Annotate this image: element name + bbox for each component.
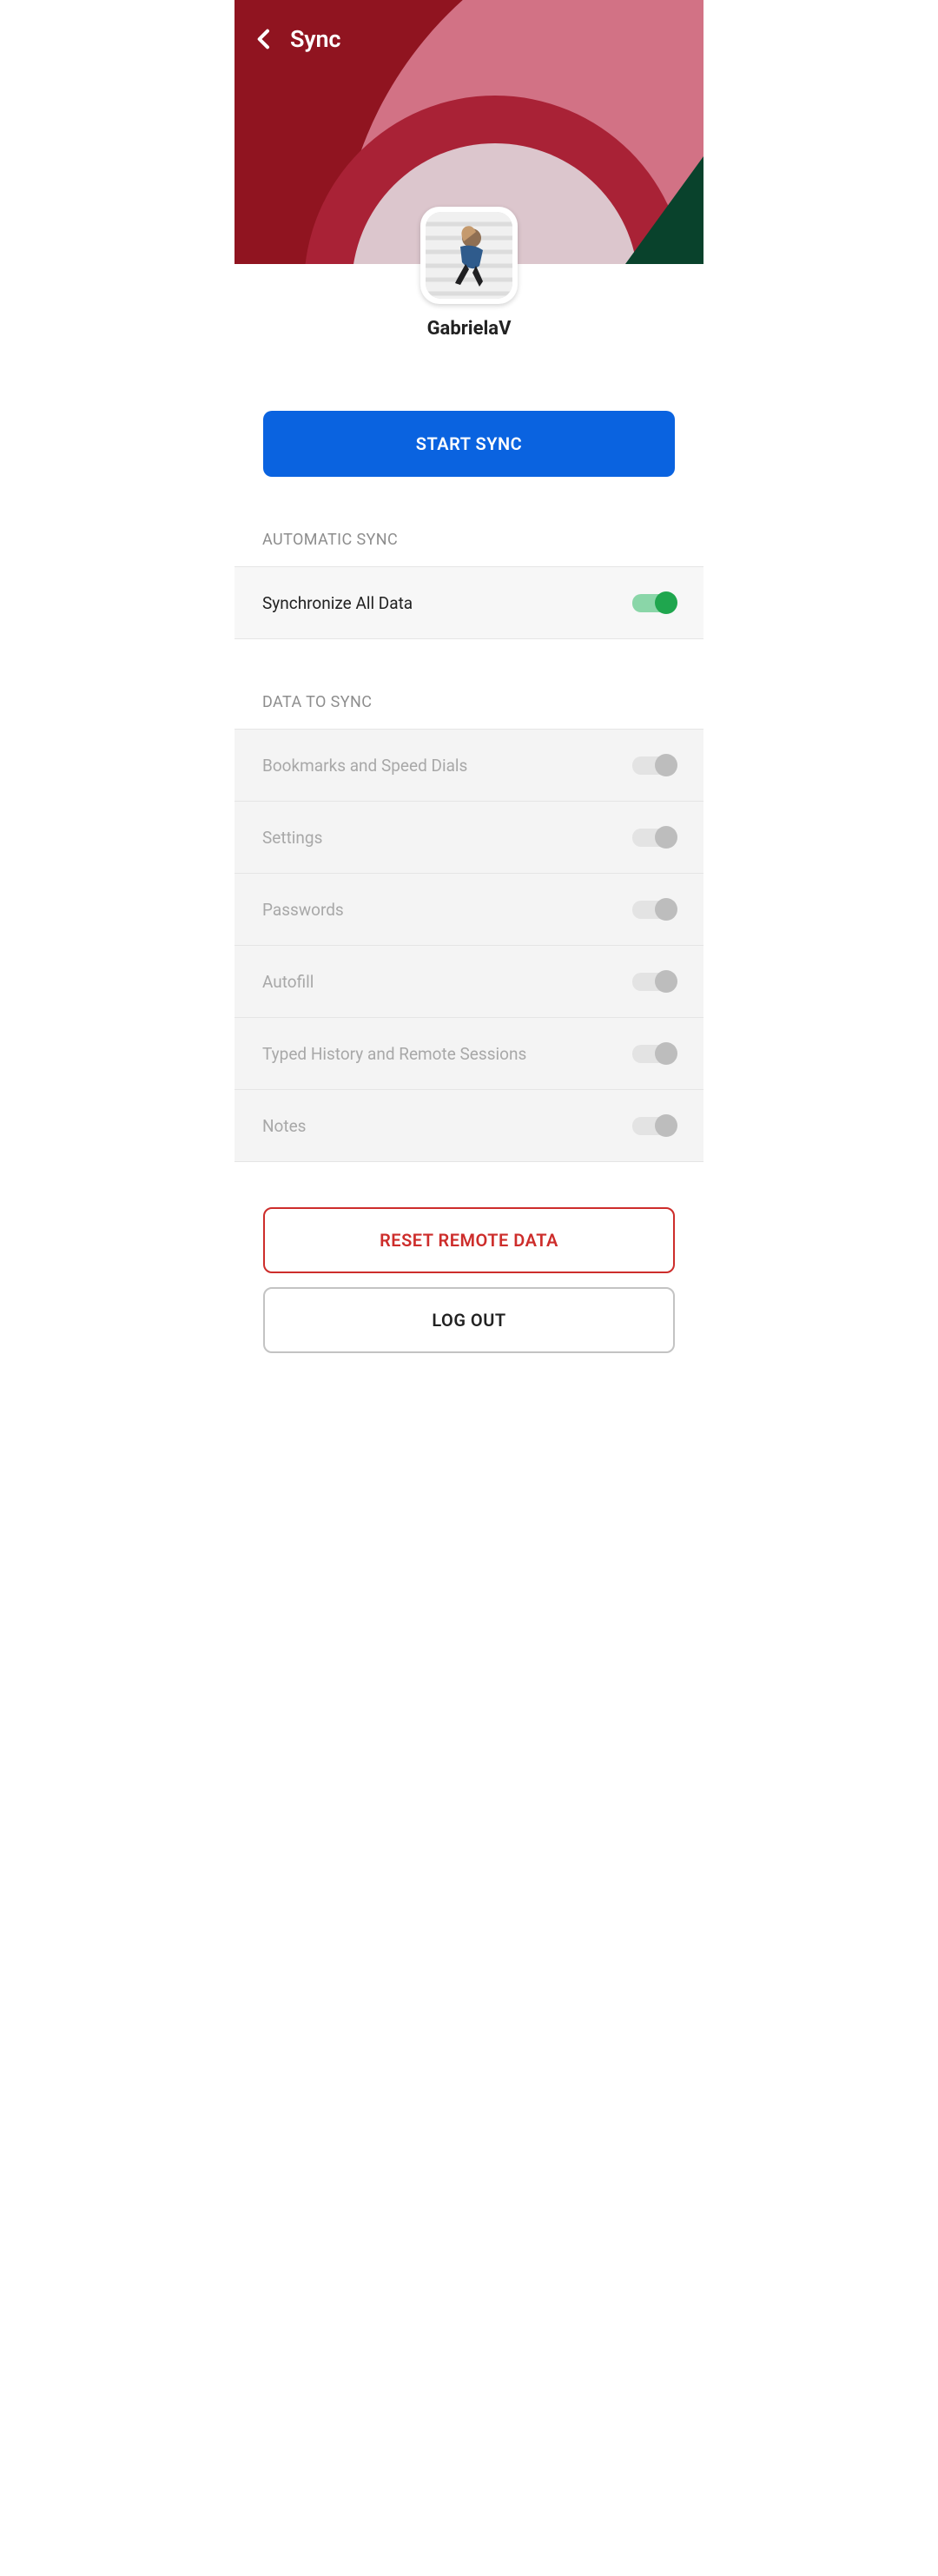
row-autofill: Autofill: [234, 946, 704, 1018]
avatar-image: [426, 212, 512, 299]
toggle-passwords: [632, 901, 676, 919]
start-sync-button[interactable]: START SYNC: [263, 411, 675, 477]
toggle-settings: [632, 829, 676, 847]
row-settings: Settings: [234, 802, 704, 874]
row-label: Passwords: [262, 900, 344, 920]
toggle-typed-history: [632, 1045, 676, 1063]
section-header-data-to-sync: DATA TO SYNC: [234, 693, 704, 711]
row-label: Settings: [262, 828, 322, 848]
back-icon[interactable]: [250, 25, 278, 53]
row-synchronize-all-data[interactable]: Synchronize All Data: [234, 567, 704, 639]
section-header-automatic-sync: AUTOMATIC SYNC: [234, 531, 704, 549]
page-title: Sync: [290, 25, 340, 53]
start-sync-label: START SYNC: [416, 433, 522, 454]
log-out-button[interactable]: LOG OUT: [263, 1287, 675, 1353]
user-name: GabrielaV: [234, 318, 704, 340]
toggle-bookmarks: [632, 756, 676, 775]
row-label: Autofill: [262, 972, 314, 992]
toggle-notes: [632, 1117, 676, 1135]
row-label-synchronize-all-data: Synchronize All Data: [262, 593, 413, 613]
log-out-label: LOG OUT: [432, 1310, 505, 1331]
toggle-autofill: [632, 973, 676, 991]
reset-remote-data-button[interactable]: RESET REMOTE DATA: [263, 1207, 675, 1273]
row-notes: Notes: [234, 1090, 704, 1162]
row-bookmarks: Bookmarks and Speed Dials: [234, 730, 704, 802]
reset-remote-label: RESET REMOTE DATA: [380, 1230, 558, 1251]
avatar[interactable]: [420, 207, 518, 304]
row-passwords: Passwords: [234, 874, 704, 946]
row-label: Notes: [262, 1116, 307, 1136]
row-label: Bookmarks and Speed Dials: [262, 756, 467, 776]
header: Sync: [234, 0, 704, 264]
row-label: Typed History and Remote Sessions: [262, 1044, 526, 1064]
row-typed-history: Typed History and Remote Sessions: [234, 1018, 704, 1090]
toggle-synchronize-all-data[interactable]: [632, 594, 676, 612]
